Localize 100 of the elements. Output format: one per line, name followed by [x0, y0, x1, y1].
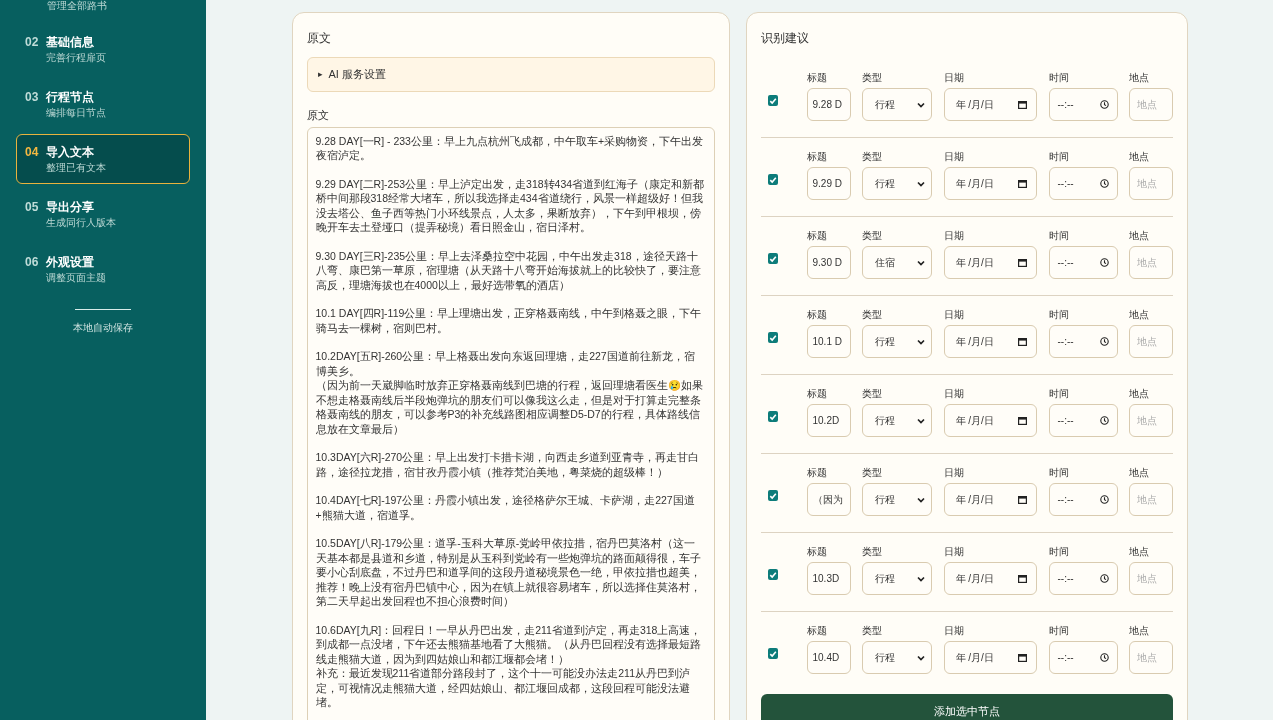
panel-heading: 原文	[306, 30, 332, 47]
sidebar-item[interactable]: 05 导出分享 生成同行人版本	[16, 189, 190, 239]
text-paragraph: 10.4DAY[七R]-197公里：丹霞小镇出发，途径格萨尔王城、卡萨湖，走227国道+熊猫大道，宿道孚。	[315, 493, 696, 522]
calendar-icon	[1017, 179, 1027, 188]
field-label: 标题	[806, 546, 828, 557]
field-label: 地点	[1128, 151, 1150, 162]
field-label: 地点	[1128, 309, 1150, 320]
text-area-field[interactable]	[306, 126, 715, 720]
time-field[interactable]: --:--	[1048, 641, 1118, 674]
add-selected-button[interactable]: 添加选中节点	[760, 694, 1173, 720]
field-label: 标题	[806, 72, 828, 83]
type-select[interactable]: 行程	[861, 404, 932, 437]
time-field[interactable]: --:--	[1048, 167, 1118, 200]
field-label: 日期	[943, 309, 965, 320]
text-paragraph: 10.1 DAY[四R]-119公里：早上理塘出发，正穿格聂南线，中午到格聂之眼，下午骑马去一棵树，宿则巴村。	[315, 306, 703, 335]
date-field[interactable]: 年 /月/日	[943, 483, 1037, 516]
text-paragraph: 10.5DAY[八R]-179公里：道孚-玉科大草原-党岭甲依拉措，宿丹巴莫洛村（这一天基本都是县道和乡道，特别是从玉科到党岭有一些炮弹坑的路面颠得很，车子要小心刮底盘，不过丹巴和道孚间的这段丹道秘境景色一绝，甲依拉措也超美，推荐！晚上没有宿丹巴镇中心，因为在镇上就很容易堵车，所以选择住莫洛村，第二天早起出发回程也不担心浪费时间）	[315, 536, 702, 609]
checkbox[interactable]	[767, 648, 778, 659]
field-label: 地点	[1128, 467, 1150, 478]
sidebar-item[interactable]: 03 行程节点 编排每日节点	[16, 79, 190, 129]
field-label: 时间	[1048, 625, 1070, 636]
field-label: 日期	[943, 151, 965, 162]
time-field[interactable]: --:--	[1048, 88, 1118, 121]
time-field[interactable]: --:--	[1048, 483, 1118, 516]
chevron-icon	[916, 654, 925, 661]
calendar-icon	[1017, 574, 1027, 583]
title-field[interactable]: 10.2D	[806, 404, 851, 437]
field-label: 标题	[806, 151, 828, 162]
panel-heading: 识别建议	[760, 30, 810, 47]
text-paragraph: 10.6DAY[九R]：回程日！一早从丹巴出发，走211省道到泸定，再走318上高速，到成都一点没堵，下午还去熊猫基地看了大熊猫。（从丹巴回程没有选择最短路线走熊猫大道，因为到四姑娘山和都江堰都会堵！）	[315, 622, 703, 666]
field-label: 地点	[1128, 625, 1150, 636]
text-paragraph: 9.29 DAY[二R]-253公里：早上泸定出发，走318转434省道到红海子（康定和新都桥中间那段318经常大堵车，所以我选择走434省道绕行，风景一样超级好！但我没去塔公、鱼子西等热门小环线景点，人太多，果断放弃），下午到甲根坝，傍晚开车去土登垭口（提弄秘境）看日照金山，宿日泽村。	[315, 176, 706, 235]
field-label: 时间	[1048, 230, 1070, 241]
calendar-icon	[1017, 495, 1027, 504]
location-field[interactable]: 地点	[1128, 167, 1173, 200]
location-field[interactable]: 地点	[1128, 88, 1173, 121]
type-select[interactable]: 行程	[861, 562, 932, 595]
text-paragraph: 9.30 DAY[三R]-235公里：早上去泽桑拉空中花园，中午出发走318，途径天路十八弯、康巴第一草原，宿理塘（从天路十八弯开始海拔就上的比较快了，要注意高反，理塘海拔也在4000以上，最好选带氧的酒店）	[315, 248, 702, 292]
field-label: 标题	[806, 625, 828, 636]
sidebar-item[interactable]: 02 基础信息 完善行程扉页	[16, 24, 190, 74]
type-select[interactable]: 行程	[861, 641, 932, 674]
checkbox[interactable]	[767, 490, 778, 501]
title-field[interactable]: （因为	[806, 483, 851, 516]
calendar-icon	[1017, 653, 1027, 662]
sidebar-item[interactable]: 06 外观设置 调整页面主题	[16, 244, 190, 294]
checkbox[interactable]	[767, 569, 778, 580]
type-select[interactable]: 行程	[861, 325, 932, 358]
title-field[interactable]: 9.28 D	[806, 88, 851, 121]
text-paragraph: （因为前一天崴脚临时放弃正穿格聂南线到巴塘的行程，返回理塘看医生😢如果不想走格聂南线后半段炮弹坑的朋友们可以像我这么走，但是对于打算走完整条格聂南线的朋友，可以参考P3的补充线路图相应调整D5-D7的行程，具体路线信息放在文章最后）	[315, 378, 704, 436]
location-field[interactable]: 地点	[1128, 246, 1173, 279]
calendar-icon	[1017, 416, 1027, 425]
date-field[interactable]: 年 /月/日	[943, 562, 1037, 595]
field-label: 日期	[943, 625, 965, 636]
title-field[interactable]: 10.4D	[806, 641, 851, 674]
date-field[interactable]: 年 /月/日	[943, 88, 1037, 121]
location-field[interactable]: 地点	[1128, 404, 1173, 437]
sidebar-item[interactable]: 04 导入文本 整理已有文本	[16, 134, 190, 184]
title-field[interactable]: 9.30 D	[806, 246, 851, 279]
field-label: 日期	[943, 72, 965, 83]
ai-settings-toggle[interactable]: ▸ AI 服务设置	[306, 57, 715, 92]
time-field[interactable]: --:--	[1048, 562, 1118, 595]
location-field[interactable]: 地点	[1128, 325, 1173, 358]
title-field[interactable]: 10.3D	[806, 562, 851, 595]
chevron-icon	[916, 259, 925, 266]
field-label: 时间	[1048, 72, 1070, 83]
text-paragraph: 补充：最近发现211省道部分路段封了，这个十一可能没办法走211从丹巴到泸定，可视情况走熊猫大道，经四姑娘山、都江堰回成都，这段回程可能没法避堵。	[315, 666, 691, 710]
location-field[interactable]: 地点	[1128, 641, 1173, 674]
field-label: 类型	[861, 467, 883, 478]
type-select[interactable]: 行程	[861, 167, 932, 200]
type-select[interactable]: 行程	[861, 88, 932, 121]
clock-icon	[1099, 653, 1109, 662]
field-label: 时间	[1048, 467, 1070, 478]
location-field[interactable]: 地点	[1128, 483, 1173, 516]
clock-icon	[1099, 495, 1109, 504]
type-select[interactable]: 行程	[861, 483, 932, 516]
checkbox[interactable]	[767, 95, 778, 106]
chevron-icon	[916, 575, 925, 582]
time-field[interactable]: --:--	[1048, 325, 1118, 358]
date-field[interactable]: 年 /月/日	[943, 167, 1037, 200]
date-field[interactable]: 年 /月/日	[943, 325, 1037, 358]
checkbox[interactable]	[767, 332, 778, 343]
field-label: 地点	[1128, 72, 1150, 83]
date-field[interactable]: 年 /月/日	[943, 246, 1037, 279]
title-field[interactable]: 9.29 D	[806, 167, 851, 200]
time-field[interactable]: --:--	[1048, 404, 1118, 437]
field-label: 标题	[806, 467, 828, 478]
location-field[interactable]: 地点	[1128, 562, 1173, 595]
title-field[interactable]: 10.1 D	[806, 325, 851, 358]
checkbox[interactable]	[767, 253, 778, 264]
type-select[interactable]: 住宿	[861, 246, 932, 279]
field-label: 时间	[1048, 151, 1070, 162]
checkbox[interactable]	[767, 174, 778, 185]
date-field[interactable]: 年 /月/日	[943, 404, 1037, 437]
checkbox[interactable]	[767, 411, 778, 422]
field-label: 类型	[861, 625, 883, 636]
field-label: 标题	[806, 309, 828, 320]
field-label: 类型	[861, 151, 883, 162]
date-field[interactable]: 年 /月/日	[943, 641, 1037, 674]
time-field[interactable]: --:--	[1048, 246, 1118, 279]
field-label: 标题	[806, 230, 828, 241]
